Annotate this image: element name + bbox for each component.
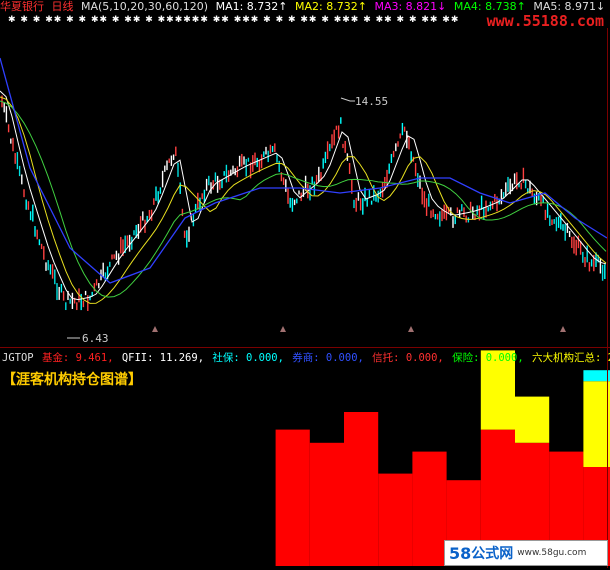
- holding-bar: [583, 381, 610, 467]
- total-value: 六大机构汇总: 20.72: [531, 352, 610, 364]
- high-price-label: 14.55: [355, 95, 389, 108]
- holding-bar: [412, 451, 447, 566]
- ma-line-white: [0, 90, 607, 301]
- holding-bar: [583, 370, 610, 382]
- holding-bar: [344, 412, 379, 566]
- site-logo[interactable]: 58 公式网 www.58gu.com: [444, 540, 608, 566]
- right-axis-line: [607, 28, 608, 568]
- high-price-pointer: [340, 97, 355, 102]
- insurance-value: 保险: 0.000,: [452, 352, 524, 364]
- stock-name[interactable]: 华夏银行: [0, 0, 44, 13]
- fund-value: 基金: 9.461,: [41, 352, 114, 364]
- low-price-label: 6.43: [82, 332, 109, 345]
- holding-bar: [275, 429, 310, 566]
- ma1-value: MA1: 8.732↑: [215, 0, 288, 13]
- indicator-bar: JGTOP 基金: 9.461, QFII: 11.269, 社保: 0.000…: [2, 351, 610, 365]
- ma-params: MA(5,10,20,30,60,120): [81, 0, 209, 13]
- holding-bar: [378, 473, 413, 566]
- logo-number: 58: [449, 543, 472, 563]
- social-value: 社保: 0.000,: [212, 352, 284, 364]
- broker-value: 券商: 0.000,: [292, 352, 364, 364]
- logo-url: www.58gu.com: [517, 548, 587, 558]
- indicator-name[interactable]: JGTOP: [2, 352, 34, 364]
- logo-name: 公式网: [471, 546, 514, 562]
- panel-title: 【涯客机构持仓图谱】: [2, 372, 142, 388]
- arrow-marker: [280, 326, 286, 332]
- ma-line-yellow: [0, 96, 607, 304]
- arrow-markers: [152, 326, 566, 332]
- candles-group: [1, 95, 606, 311]
- holding-bar: [515, 396, 550, 443]
- stock-chart-window: 华夏银行 日线 MA(5,10,20,30,60,120) MA1: 8.732…: [0, 0, 610, 570]
- period-label[interactable]: 日线: [52, 0, 74, 13]
- arrow-marker: [408, 326, 414, 332]
- candlestick-chart[interactable]: [0, 28, 610, 346]
- trust-value: 信托: 0.000,: [372, 352, 444, 364]
- arrow-marker: [152, 326, 158, 332]
- ma-line-blue: [0, 57, 608, 284]
- ma2-value: MA2: 8.732↑: [295, 0, 367, 13]
- ma3-value: MA3: 8.821↓: [374, 0, 447, 13]
- signal-stars-row: ✱ ✱ ✱ ✱✱ ✱ ✱ ✱✱ ✱ ✱✱ ✱ ✱✱✱✱✱✱ ✱✱ ✱✱✱ ✱ ✱…: [8, 15, 460, 25]
- arrow-marker: [560, 326, 566, 332]
- ma-line-green: [0, 100, 607, 298]
- holding-bar: [309, 442, 344, 566]
- qfii-value: QFII: 11.269,: [121, 352, 205, 364]
